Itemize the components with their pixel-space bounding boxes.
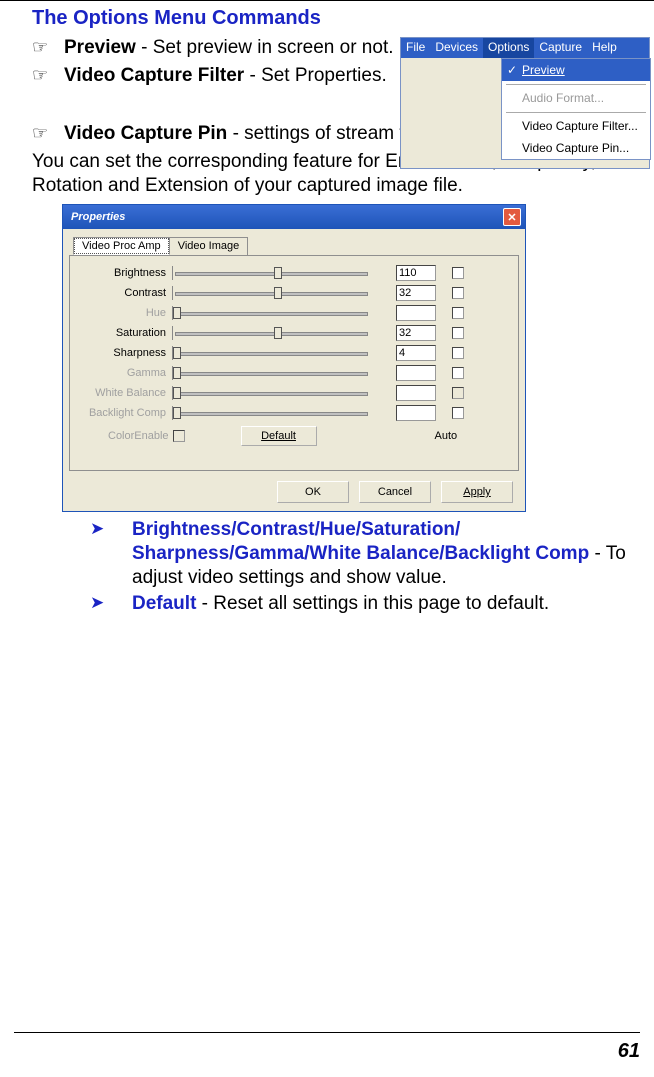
- menu-file[interactable]: File: [401, 38, 430, 58]
- bullet-preview: ☞ Preview - Set preview in screen or not…: [32, 36, 400, 60]
- auto-saturation-checkbox[interactable]: [452, 327, 464, 339]
- auto-gamma-checkbox[interactable]: [452, 367, 464, 379]
- triangle-icon: ➤: [90, 592, 132, 614]
- menu-capture[interactable]: Capture: [534, 38, 587, 58]
- menu-separator: [502, 109, 650, 115]
- color-enable-checkbox[interactable]: [173, 430, 185, 442]
- slider-brightness[interactable]: [172, 266, 368, 280]
- auto-sharpness-checkbox[interactable]: [452, 347, 464, 359]
- footer-rule: [14, 1032, 640, 1033]
- menu-options[interactable]: Options: [483, 38, 534, 58]
- slider-backlight[interactable]: [172, 406, 368, 420]
- auto-hue-checkbox[interactable]: [452, 307, 464, 319]
- auto-wb-checkbox[interactable]: [452, 387, 464, 399]
- cancel-button[interactable]: Cancel: [359, 481, 431, 503]
- dropdown-vcf[interactable]: Video Capture Filter...: [502, 115, 650, 137]
- value-sharpness[interactable]: 4: [396, 345, 436, 361]
- properties-panel: Brightness 110 Contrast 32 Hue Saturatio…: [69, 255, 519, 471]
- auto-label: Auto: [435, 430, 458, 442]
- value-hue[interactable]: [396, 305, 436, 321]
- sub-text: Default - Reset all settings in this pag…: [132, 592, 654, 616]
- titlebar: Properties ✕: [63, 205, 525, 229]
- row-white-balance: White Balance: [70, 384, 518, 402]
- value-contrast[interactable]: 32: [396, 285, 436, 301]
- color-enable-label: ColorEnable: [108, 430, 185, 442]
- row-sharpness: Sharpness 4: [70, 344, 518, 362]
- bullet-text: Preview - Set preview in screen or not.: [64, 36, 400, 60]
- row-brightness: Brightness 110: [70, 264, 518, 282]
- menubar: File Devices Options Capture Help: [401, 38, 649, 58]
- options-menu-screenshot: File Devices Options Capture Help ✓ Prev…: [400, 37, 650, 169]
- auto-backlight-checkbox[interactable]: [452, 407, 464, 419]
- auto-contrast-checkbox[interactable]: [452, 287, 464, 299]
- slider-sharpness[interactable]: [172, 346, 368, 360]
- row-backlight: Backlight Comp: [70, 404, 518, 422]
- ok-button[interactable]: OK: [277, 481, 349, 503]
- hand-icon: ☞: [32, 36, 64, 58]
- value-white-balance[interactable]: [396, 385, 436, 401]
- value-gamma[interactable]: [396, 365, 436, 381]
- menu-devices[interactable]: Devices: [430, 38, 483, 58]
- slider-hue[interactable]: [172, 306, 368, 320]
- sub-bullet-default: ➤ Default - Reset all settings in this p…: [90, 592, 654, 616]
- check-icon: ✓: [502, 63, 522, 77]
- hand-icon: ☞: [32, 64, 64, 86]
- dropdown-preview[interactable]: ✓ Preview: [502, 59, 650, 81]
- section-heading: The Options Menu Commands: [32, 7, 654, 30]
- slider-gamma[interactable]: [172, 366, 368, 380]
- tab-video-proc-amp[interactable]: Video Proc Amp: [73, 237, 170, 255]
- page-number: 61: [618, 1040, 640, 1063]
- hand-icon: ☞: [32, 122, 64, 144]
- dropdown-audio-format[interactable]: Audio Format...: [502, 87, 650, 109]
- menu-separator: [502, 81, 650, 87]
- auto-brightness-checkbox[interactable]: [452, 267, 464, 279]
- dialog-title: Properties: [71, 211, 125, 223]
- close-icon[interactable]: ✕: [503, 208, 521, 226]
- row-gamma: Gamma: [70, 364, 518, 382]
- value-backlight[interactable]: [396, 405, 436, 421]
- dropdown-vcp[interactable]: Video Capture Pin...: [502, 137, 650, 159]
- tab-video-image[interactable]: Video Image: [169, 237, 249, 255]
- row-saturation: Saturation 32: [70, 324, 518, 342]
- bullet-vcf: ☞ Video Capture Filter - Set Properties.: [32, 64, 400, 88]
- slider-contrast[interactable]: [172, 286, 368, 300]
- apply-button[interactable]: Apply: [441, 481, 513, 503]
- row-hue: Hue: [70, 304, 518, 322]
- properties-dialog-screenshot: Properties ✕ Video Proc Amp Video Image …: [62, 204, 526, 512]
- default-button[interactable]: Default: [241, 426, 317, 446]
- slider-saturation[interactable]: [172, 326, 368, 340]
- value-saturation[interactable]: 32: [396, 325, 436, 341]
- triangle-icon: ➤: [90, 518, 132, 540]
- row-contrast: Contrast 32: [70, 284, 518, 302]
- bullet-text: Video Capture Filter - Set Properties.: [64, 64, 400, 88]
- value-brightness[interactable]: 110: [396, 265, 436, 281]
- sub-bullet-adjust: ➤ Brightness/Contrast/Hue/Saturation/ Sh…: [90, 518, 654, 590]
- sub-text: Brightness/Contrast/Hue/Saturation/ Shar…: [132, 518, 654, 590]
- slider-white-balance[interactable]: [172, 386, 368, 400]
- options-dropdown: ✓ Preview Audio Format... Video Capture …: [501, 58, 651, 160]
- menu-help[interactable]: Help: [587, 38, 622, 58]
